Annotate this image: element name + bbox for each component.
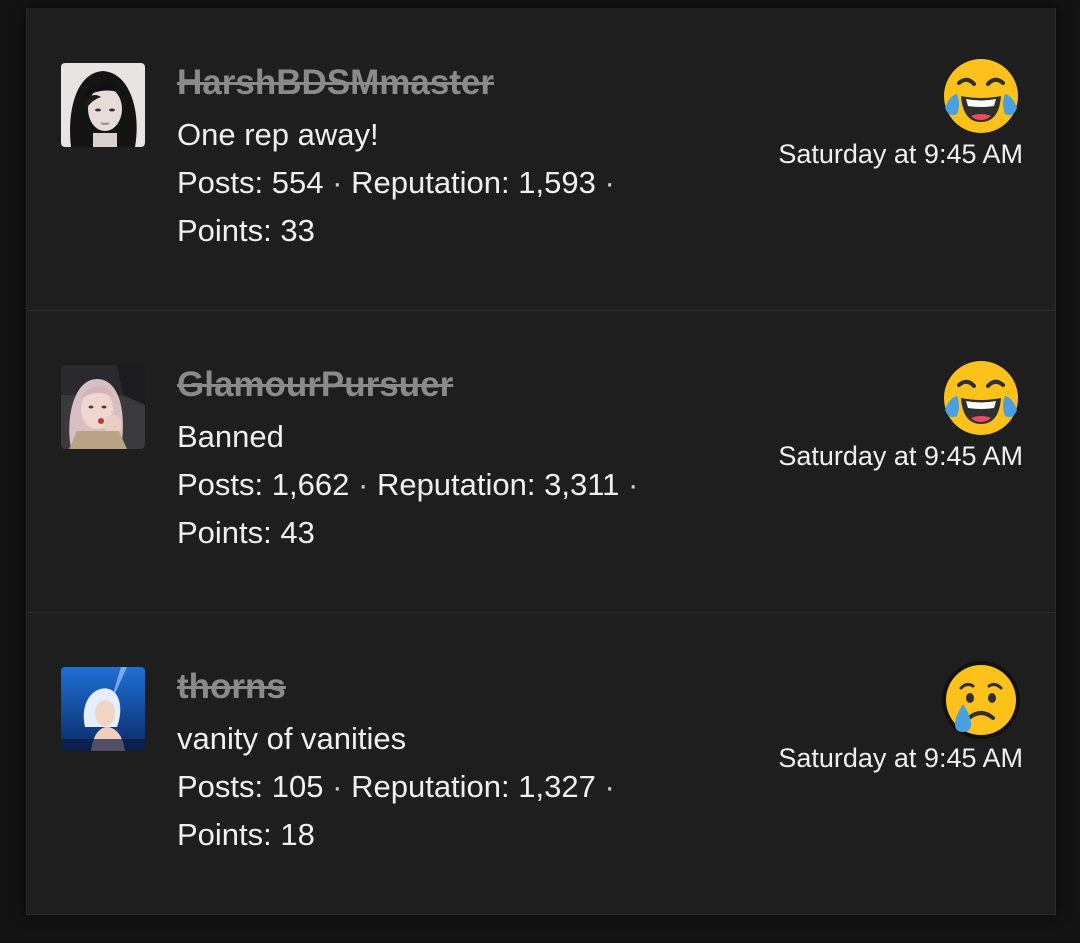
- username-link[interactable]: HarshBDSMmaster: [177, 58, 494, 108]
- separator: ·: [628, 467, 639, 502]
- points-count: 43: [280, 515, 315, 550]
- user-stats: Posts: 1,662 · Reputation: 3,311 · Point…: [177, 461, 737, 557]
- username-link[interactable]: thorns: [177, 662, 286, 712]
- separator: ·: [332, 769, 343, 804]
- user-title: One rep away!: [177, 117, 379, 152]
- separator: ·: [604, 165, 615, 200]
- posts-count: 554: [271, 165, 324, 200]
- laughing-tears-emoji-icon: [941, 56, 1021, 136]
- laughing-tears-emoji-icon: [941, 358, 1021, 438]
- separator: ·: [604, 769, 615, 804]
- username-link[interactable]: GlamourPursuer: [177, 360, 453, 410]
- user-info: GlamourPursuer Banned Posts: 1,662 · Rep…: [177, 360, 737, 557]
- user-title: vanity of vanities: [177, 721, 407, 756]
- reaction-timestamp[interactable]: Saturday at 9:45 AM: [778, 743, 1023, 774]
- reaction-timestamp[interactable]: Saturday at 9:45 AM: [778, 441, 1023, 472]
- reputation-label: Reputation:: [376, 467, 536, 502]
- points-count: 33: [280, 213, 315, 248]
- posts-label: Posts:: [177, 467, 264, 502]
- reputation-count: 1,327: [518, 769, 596, 804]
- posts-label: Posts:: [177, 769, 264, 804]
- posts-count: 105: [271, 769, 324, 804]
- points-label: Points:: [177, 213, 272, 248]
- user-info: thorns vanity of vanities Posts: 105 · R…: [177, 662, 737, 859]
- reaction-row: GlamourPursuer Banned Posts: 1,662 · Rep…: [27, 310, 1055, 613]
- separator: ·: [332, 165, 343, 200]
- posts-label: Posts:: [177, 165, 264, 200]
- posts-count: 1,662: [271, 467, 350, 502]
- reaction-row: thorns vanity of vanities Posts: 105 · R…: [27, 612, 1055, 914]
- sad-tear-emoji-icon: [941, 660, 1021, 740]
- avatar[interactable]: [61, 365, 145, 449]
- user-stats: Posts: 554 · Reputation: 1,593 · Points:…: [177, 159, 737, 255]
- user-info: HarshBDSMmaster One rep away! Posts: 554…: [177, 58, 737, 255]
- reputation-label: Reputation:: [351, 769, 510, 804]
- avatar[interactable]: [61, 63, 145, 147]
- user-title: Banned: [177, 419, 284, 454]
- reputation-count: 3,311: [544, 467, 620, 502]
- separator: ·: [357, 467, 369, 502]
- user-stats: Posts: 105 · Reputation: 1,327 · Points:…: [177, 763, 737, 859]
- reactions-list: HarshBDSMmaster One rep away! Posts: 554…: [26, 8, 1056, 915]
- reaction-timestamp[interactable]: Saturday at 9:45 AM: [778, 139, 1023, 170]
- reputation-count: 1,593: [518, 165, 596, 200]
- avatar[interactable]: [61, 667, 145, 751]
- points-label: Points:: [177, 817, 272, 852]
- points-count: 18: [280, 817, 315, 852]
- reaction-row: HarshBDSMmaster One rep away! Posts: 554…: [27, 8, 1055, 311]
- points-label: Points:: [177, 515, 272, 550]
- reputation-label: Reputation:: [351, 165, 510, 200]
